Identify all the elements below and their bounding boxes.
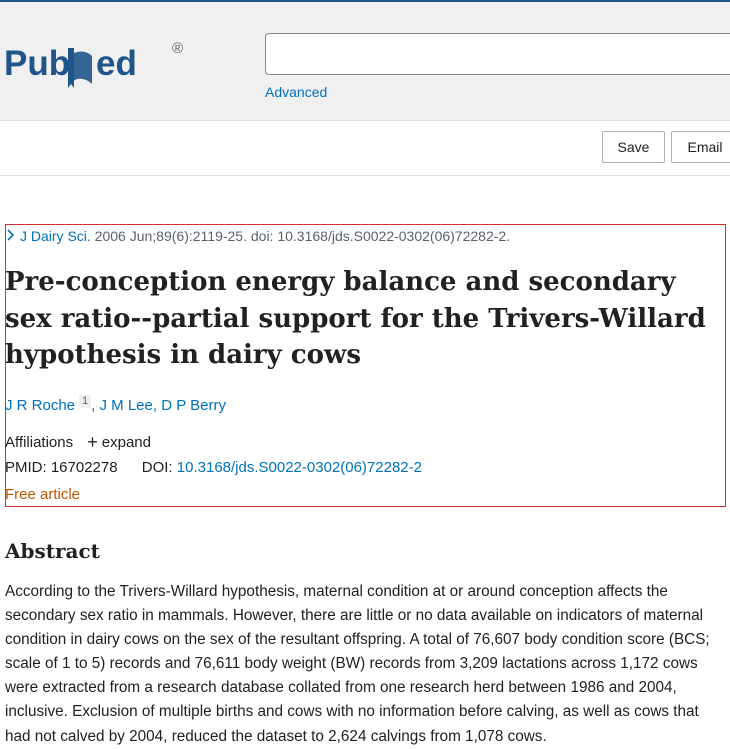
abstract-heading: Abstract	[5, 539, 100, 563]
pmid-value: 16702278	[50, 459, 118, 476]
author-link[interactable]: D P Berry	[161, 397, 226, 414]
author-link[interactable]: J M Lee	[100, 397, 153, 414]
pmid-label: PMID:	[5, 459, 47, 476]
svg-text:Pub: Pub	[4, 44, 70, 83]
advanced-search-link[interactable]: Advanced	[265, 84, 327, 100]
plus-icon[interactable]: +	[87, 432, 98, 452]
doi-label: DOI:	[141, 459, 173, 476]
author-list: J R Roche 1, J M Lee, D P Berry	[5, 395, 226, 414]
search-input[interactable]	[265, 33, 730, 75]
author-separator: ,	[152, 397, 162, 414]
citation-details: 2006 Jun;89(6):2119-25. doi: 10.3168/jds…	[90, 228, 511, 244]
save-button[interactable]: Save	[602, 131, 665, 163]
expand-affiliations-button[interactable]: expand	[102, 434, 151, 451]
svg-text:®: ®	[172, 40, 183, 57]
svg-text:ed: ed	[96, 44, 137, 83]
chevron-right-icon[interactable]	[6, 228, 20, 244]
pubmed-logo[interactable]: Pub ed ®	[4, 38, 194, 90]
free-article-badge: Free article	[5, 486, 81, 503]
author-separator: ,	[91, 397, 100, 414]
article-title: Pre-conception energy balance and second…	[5, 267, 706, 370]
affiliations-row: Affiliations + expand	[5, 432, 151, 453]
site-header: Pub ed ® Advanced	[0, 2, 730, 121]
email-button[interactable]: Email	[671, 131, 730, 163]
journal-citation: J Dairy Sci. 2006 Jun;89(6):2119-25. doi…	[6, 228, 510, 244]
author-link[interactable]: J R Roche	[5, 397, 75, 414]
affiliations-label: Affiliations	[5, 434, 74, 451]
affiliation-ref-badge[interactable]: 1	[79, 395, 92, 408]
journal-link[interactable]: J Dairy Sci.	[20, 228, 91, 244]
action-toolbar: Save Email	[0, 121, 730, 176]
identifiers-row: PMID: 16702278 DOI: 10.3168/jds.S0022-03…	[5, 459, 422, 476]
doi-link[interactable]: 10.3168/jds.S0022-0302(06)72282-2	[177, 459, 422, 476]
abstract-text: According to the Trivers-Willard hypothe…	[5, 583, 710, 745]
